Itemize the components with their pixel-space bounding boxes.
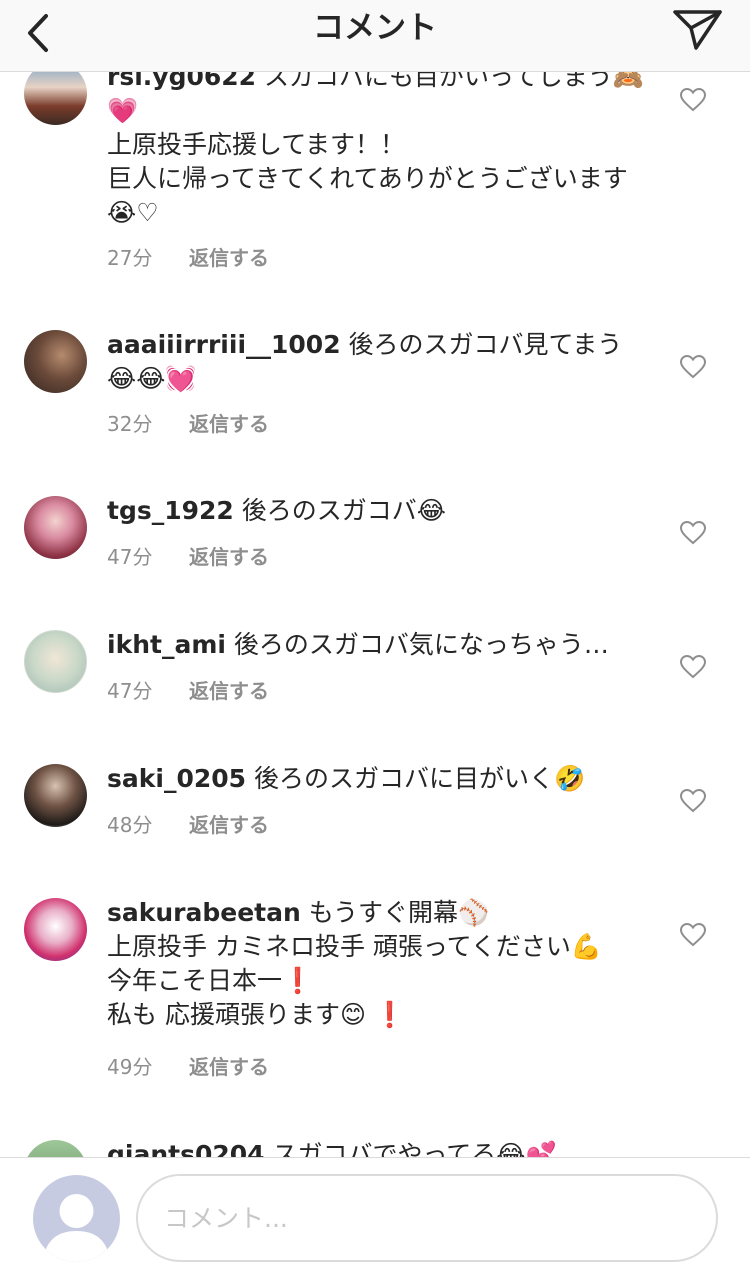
comment-time: 47分 [107,545,153,569]
reply-button[interactable]: 返信する [189,679,269,703]
comment-body: 後ろのスガコバに目がいく🤣 [253,764,586,793]
comment-time: 27分 [107,246,153,270]
reply-button[interactable]: 返信する [189,545,269,569]
user-silhouette-icon [43,1194,110,1262]
comment-username[interactable]: aaaiiirrriii__1002 [107,330,341,359]
comment-compose-bar [0,1157,750,1277]
comment-username[interactable]: saki_0205 [107,764,246,793]
comment-list[interactable]: rsi.yg0622 スガコバにも目がいってしまう🙈💗 上原投手応援してます！！… [0,60,750,1157]
reply-button[interactable]: 返信する [189,412,269,436]
paper-plane-icon [673,10,722,50]
comment-text: sakurabeetan もうすぐ開幕⚾ 上原投手 カミネロ投手 頑張ってくださ… [107,896,647,1032]
comment-meta: 48分 返信する [107,812,269,838]
comment-input[interactable] [136,1174,718,1262]
comment-body: 後ろのスガコバ😂 [241,496,446,525]
avatar[interactable] [24,630,87,693]
comment-time: 32分 [107,412,153,436]
comment-text: tgs_1922 後ろのスガコバ😂 [107,494,647,528]
avatar[interactable] [24,898,87,961]
comment-meta: 47分 返信する [107,678,269,704]
comment-body: 後ろのスガコバ気になっちゃう… [233,630,609,659]
heart-icon[interactable] [680,88,706,112]
comment-username[interactable]: sakurabeetan [107,898,301,927]
reply-button[interactable]: 返信する [189,1055,269,1079]
heart-icon[interactable] [680,521,706,545]
comment-meta: 32分 返信する [107,411,269,437]
comment-meta: 47分 返信する [107,544,269,570]
share-button[interactable] [672,6,724,52]
avatar[interactable] [24,764,87,827]
page-title: コメント [313,10,437,46]
comment-meta: 27分 返信する [107,245,269,271]
heart-icon[interactable] [680,655,706,679]
comment-meta: 49分 返信する [107,1054,269,1080]
heart-icon[interactable] [680,789,706,813]
reply-button[interactable]: 返信する [189,813,269,837]
avatar[interactable] [24,1140,87,1157]
header-bar: コメント [0,0,750,72]
comment-text: giants0204 スガコバでやってる😂💕 [107,1138,647,1157]
comment-username[interactable]: tgs_1922 [107,496,234,525]
avatar[interactable] [24,496,87,559]
comment-text: saki_0205 後ろのスガコバに目がいく🤣 [107,762,647,796]
comment-username[interactable]: giants0204 [107,1140,265,1157]
comment-body: スガコバでやってる😂💕 [272,1140,557,1157]
comment-text: rsi.yg0622 スガコバにも目がいってしまう🙈💗 上原投手応援してます！！… [107,60,647,230]
heart-icon[interactable] [680,355,706,379]
avatar[interactable] [24,330,87,393]
heart-icon[interactable] [680,923,706,947]
comment-text: ikht_ami 後ろのスガコバ気になっちゃう… [107,628,647,662]
avatar [33,1175,120,1262]
reply-button[interactable]: 返信する [189,246,269,270]
comment-time: 48分 [107,813,153,837]
comment-username[interactable]: ikht_ami [107,630,226,659]
comment-time: 49分 [107,1055,153,1079]
comment-time: 47分 [107,679,153,703]
comment-text: aaaiiirrriii__1002 後ろのスガコバ見てまう😂😂💓 [107,328,647,396]
